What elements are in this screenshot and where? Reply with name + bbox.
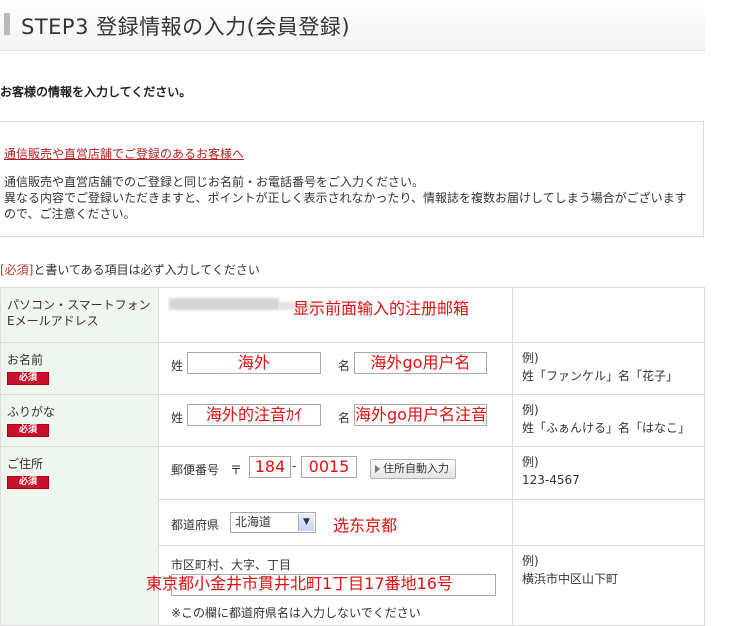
furigana-example-prefix: 例) xyxy=(522,403,539,417)
notice-text: 通信販売や直営店舗でのご登録と同じお名前・お電話番号をご入力ください。 異なる内… xyxy=(4,174,694,222)
zip-row: ご住所 必須 郵便番号 〒 184 - 0015 住所自動入力 例) 123-4… xyxy=(0,446,705,626)
last-name-kana-input[interactable]: 海外的注音ｶｲ xyxy=(187,404,321,426)
city-label: 市区町村、大字、丁目 xyxy=(171,558,292,572)
prefecture-select[interactable]: 北海道 ▼ xyxy=(230,512,316,533)
email-label-line1: パソコン・スマートフォン xyxy=(7,298,151,312)
address-label-text: ご住所 xyxy=(7,457,44,471)
postal-mark: 〒 xyxy=(230,463,243,477)
zip-input-cell: 郵便番号 〒 184 - 0015 住所自動入力 xyxy=(158,446,513,500)
sei-kana-label: 姓 xyxy=(171,411,184,425)
existing-customer-link[interactable]: 通信販売や直営店舗でご登録のあるお客様へ xyxy=(4,145,244,162)
last-name-input[interactable]: 海外 xyxy=(187,352,321,374)
chevron-down-icon: ▼ xyxy=(298,514,314,531)
name-label-text: お名前 xyxy=(7,353,44,367)
furigana-label: ふりがな 必須 xyxy=(0,394,159,447)
header-accent-bar xyxy=(4,13,10,35)
address-autofill-label: 住所自動入力 xyxy=(383,462,449,475)
zip-code-part1[interactable]: 184 xyxy=(249,456,291,478)
prefecture-label: 都道府県 xyxy=(171,518,220,532)
address-autofill-button[interactable]: 住所自動入力 xyxy=(370,459,456,479)
name-example-prefix: 例) xyxy=(522,351,539,365)
email-value-cell: 显示前面输入的注册邮箱 xyxy=(158,287,513,343)
name-label: お名前 必須 xyxy=(0,342,159,395)
mei-label: 名 xyxy=(338,359,351,373)
required-note: [必須]と書いてある項目は必ず入力してください xyxy=(0,261,260,278)
arrow-right-icon xyxy=(375,465,380,473)
furigana-example: 例) 姓「ふぁんける」名「はなこ」 xyxy=(512,394,705,447)
zip-code-part2[interactable]: 0015 xyxy=(301,456,357,478)
email-row: パソコン・スマートフォン Eメールアドレス 显示前面输入的注册邮箱 xyxy=(0,287,705,343)
email-example xyxy=(512,287,705,343)
city-input-value: 東京都小金井市貫井北町1丁目17番地16号 xyxy=(146,574,453,593)
furigana-example-text: 姓「ふぁんける」名「はなこ」 xyxy=(522,421,691,435)
required-badge: 必須 xyxy=(7,424,50,437)
furigana-input-cell: 姓 海外的注音ｶｲ 名 海外go用户名注音 xyxy=(158,394,513,447)
prefecture-example xyxy=(512,499,705,546)
city-example-text: 横浜市中区山下町 xyxy=(522,572,619,586)
required-note-badge: [必須] xyxy=(0,263,34,277)
prefecture-input-cell: 都道府県 北海道 ▼ 选东京都 xyxy=(158,499,513,546)
email-label: パソコン・スマートフォン Eメールアドレス xyxy=(0,287,159,343)
zip-example-prefix: 例) xyxy=(522,455,539,469)
name-row: お名前 必須 姓 海外 名 海外go用户名 例) 姓「ファンケル」名「花子」 xyxy=(0,342,705,395)
city-example: 例) 横浜市中区山下町 xyxy=(512,545,705,626)
email-label-line2: Eメールアドレス xyxy=(7,314,99,328)
page-title: STEP3 登録情報の入力(会員登録) xyxy=(21,15,351,39)
furigana-row: ふりがな 必須 姓 海外的注音ｶｲ 名 海外go用户名注音 例) 姓「ふぁんける… xyxy=(0,394,705,447)
city-example-prefix: 例) xyxy=(522,554,539,568)
sei-label: 姓 xyxy=(171,359,184,373)
city-note: ※この欄に都道府県名は入力しないでください xyxy=(171,606,421,620)
name-input-cell: 姓 海外 名 海外go用户名 xyxy=(158,342,513,395)
first-name-input[interactable]: 海外go用户名 xyxy=(354,352,487,374)
notice-line-2: 異なる内容でご登録いただきますと、ポイントが正しく表示されなかったり、情報誌を複… xyxy=(4,191,687,221)
email-annotation: 显示前面输入的注册邮箱 xyxy=(293,299,470,318)
name-example: 例) 姓「ファンケル」名「花子」 xyxy=(512,342,705,395)
first-name-kana-input[interactable]: 海外go用户名注音 xyxy=(354,404,487,426)
mei-kana-label: 名 xyxy=(338,411,351,425)
required-note-text: と書いてある項目は必ず入力してください xyxy=(33,263,260,277)
lead-text: お客様の情報を入力してください。 xyxy=(0,85,192,99)
city-input[interactable]: 東京都小金井市貫井北町1丁目17番地16号 xyxy=(146,574,496,596)
prefecture-selected-value: 北海道 xyxy=(235,515,272,529)
name-example-text: 姓「ファンケル」名「花子」 xyxy=(522,369,679,383)
zip-example: 例) 123-4567 xyxy=(512,446,705,500)
zip-separator: - xyxy=(292,459,297,473)
notice-line-1: 通信販売や直営店舗でのご登録と同じお名前・お電話番号をご入力ください。 xyxy=(4,175,425,189)
address-label: ご住所 必須 xyxy=(0,446,159,626)
furigana-label-text: ふりがな xyxy=(7,405,56,419)
prefecture-annotation: 选东京都 xyxy=(333,516,398,535)
required-badge: 必須 xyxy=(7,372,50,385)
zip-label: 郵便番号 xyxy=(171,463,220,477)
blurred-email xyxy=(169,298,279,310)
zip-example-text: 123-4567 xyxy=(522,473,580,487)
existing-customer-notice: 通信販売や直営店舗でご登録のあるお客様へ 通信販売や直営店舗でのご登録と同じお名… xyxy=(0,121,704,237)
required-badge: 必須 xyxy=(7,476,50,489)
registration-form: パソコン・スマートフォン Eメールアドレス 显示前面输入的注册邮箱 お名前 必須… xyxy=(0,287,705,626)
page-header: STEP3 登録情報の入力(会員登録) xyxy=(0,0,705,51)
city-input-cell: 市区町村、大字、丁目 東京都小金井市貫井北町1丁目17番地16号 ※この欄に都道… xyxy=(146,545,513,626)
